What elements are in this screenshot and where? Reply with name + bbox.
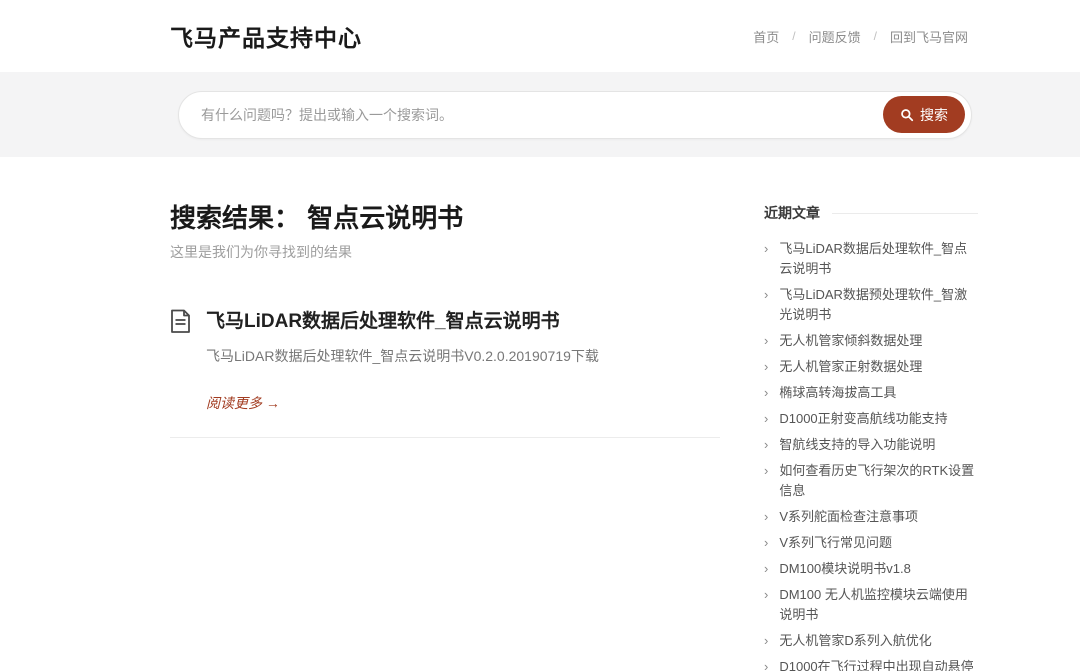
chevron-right-icon: › [764, 285, 768, 325]
chevron-right-icon: › [764, 657, 768, 671]
recent-article-link[interactable]: ›智航线支持的导入功能说明 [764, 432, 978, 458]
recent-article-link[interactable]: ›如何查看历史飞行架次的RTK设置信息 [764, 458, 978, 504]
search-section: 搜索 [0, 72, 1080, 157]
sidebar-recent-articles: 近期文章 ›飞马LiDAR数据后处理软件_智点云说明书 ›飞马LiDAR数据预处… [764, 203, 978, 671]
chevron-right-icon: › [764, 533, 768, 553]
recent-article-link[interactable]: ›V系列舵面检查注意事项 [764, 504, 978, 530]
recent-article-link[interactable]: ›DM100 无人机监控模块云端使用说明书 [764, 582, 978, 628]
chevron-right-icon: › [764, 383, 768, 403]
chevron-right-icon: › [764, 507, 768, 527]
recent-article-link[interactable]: ›飞马LiDAR数据后处理软件_智点云说明书 [764, 236, 978, 282]
read-more-link[interactable]: 阅读更多 → [206, 393, 280, 413]
results-title: 搜索结果： 智点云说明书 [170, 203, 720, 234]
recent-article-link[interactable]: ›无人机管家倾斜数据处理 [764, 328, 978, 354]
result-title-link[interactable]: 飞马LiDAR数据后处理软件_智点云说明书 [206, 306, 599, 333]
search-results: 搜索结果： 智点云说明书 这里是我们为你寻找到的结果 飞马LiDAR数据后处理软… [170, 203, 720, 671]
search-icon [900, 108, 914, 122]
recent-articles-list: ›飞马LiDAR数据后处理软件_智点云说明书 ›飞马LiDAR数据预处理软件_智… [764, 236, 978, 671]
chevron-right-icon: › [764, 461, 768, 501]
chevron-right-icon: › [764, 435, 768, 455]
search-button[interactable]: 搜索 [883, 96, 965, 133]
nav-separator: / [792, 29, 795, 43]
recent-article-link[interactable]: ›V系列飞行常见问题 [764, 530, 978, 556]
header: 飞马产品支持中心 首页 / 问题反馈 / 回到飞马官网 [0, 0, 1080, 72]
chevron-right-icon: › [764, 585, 768, 625]
top-nav: 首页 / 问题反馈 / 回到飞马官网 [753, 27, 968, 46]
recent-article-link[interactable]: ›无人机管家D系列入航优化 [764, 628, 978, 654]
nav-home[interactable]: 首页 [753, 27, 779, 46]
sidebar-heading: 近期文章 [764, 203, 978, 223]
site-title[interactable]: 飞马产品支持中心 [170, 19, 362, 53]
recent-article-link[interactable]: ›D1000在飞行过程中出现自动悬停问题 [764, 654, 978, 671]
chevron-right-icon: › [764, 409, 768, 429]
recent-article-link[interactable]: ›D1000正射变高航线功能支持 [764, 406, 978, 432]
document-icon [170, 309, 191, 413]
nav-official-site[interactable]: 回到飞马官网 [890, 27, 968, 46]
results-subtitle: 这里是我们为你寻找到的结果 [170, 242, 720, 262]
sidebar-heading-rule [832, 213, 978, 214]
search-button-label: 搜索 [920, 105, 948, 125]
recent-article-link[interactable]: ›DM100模块说明书v1.8 [764, 556, 978, 582]
main: 搜索结果： 智点云说明书 这里是我们为你寻找到的结果 飞马LiDAR数据后处理软… [0, 157, 1080, 671]
chevron-right-icon: › [764, 331, 768, 351]
result-description: 飞马LiDAR数据后处理软件_智点云说明书V0.2.0.20190719下载 [206, 346, 599, 366]
nav-feedback[interactable]: 问题反馈 [809, 27, 861, 46]
chevron-right-icon: › [764, 559, 768, 579]
nav-separator: / [874, 29, 877, 43]
result-item: 飞马LiDAR数据后处理软件_智点云说明书 飞马LiDAR数据后处理软件_智点云… [170, 306, 720, 413]
recent-article-link[interactable]: ›无人机管家正射数据处理 [764, 354, 978, 380]
chevron-right-icon: › [764, 239, 768, 279]
chevron-right-icon: › [764, 631, 768, 651]
recent-article-link[interactable]: ›椭球高转海拔高工具 [764, 380, 978, 406]
search-bar: 搜索 [178, 91, 972, 139]
search-input[interactable] [201, 107, 883, 123]
recent-article-link[interactable]: ›飞马LiDAR数据预处理软件_智激光说明书 [764, 282, 978, 328]
content-divider [170, 437, 720, 438]
chevron-right-icon: › [764, 357, 768, 377]
result-body: 飞马LiDAR数据后处理软件_智点云说明书 飞马LiDAR数据后处理软件_智点云… [206, 306, 599, 413]
sidebar-heading-label: 近期文章 [764, 203, 820, 223]
